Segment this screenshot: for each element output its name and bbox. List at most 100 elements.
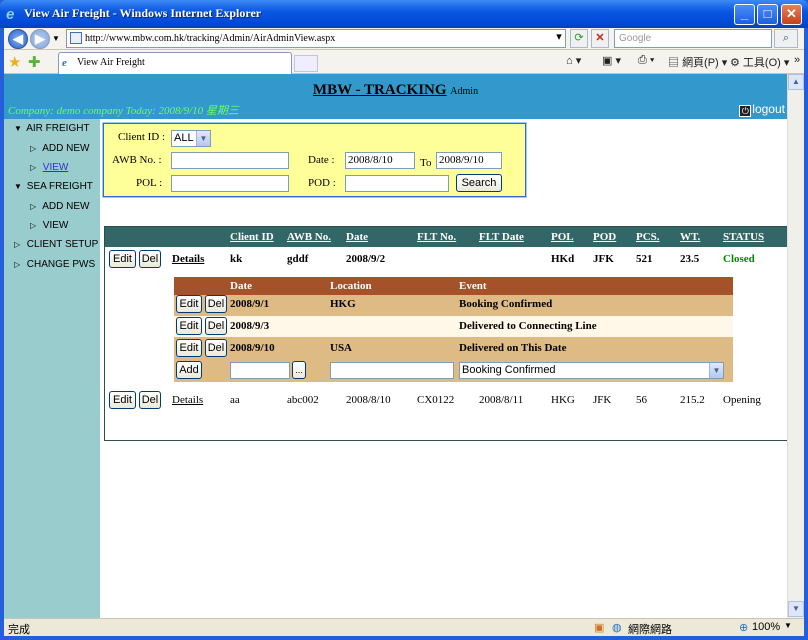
print-icon[interactable]: ⎙ ▾ [638, 54, 654, 67]
event-location-input[interactable] [330, 362, 454, 379]
page-menu[interactable]: ▤ 網頁(P) ▾ [668, 54, 727, 70]
edit-button[interactable]: Edit [176, 339, 202, 357]
search-icon[interactable]: ⌕ [774, 29, 798, 48]
vertical-scrollbar[interactable]: ▲ ▼ [787, 74, 804, 618]
logout-link[interactable]: ⏻ logout [739, 102, 785, 117]
ie-tab-icon: e [62, 57, 67, 69]
sidebar-label: ADD NEW [42, 143, 90, 154]
delete-button[interactable]: Del [139, 250, 161, 268]
history-dropdown-icon[interactable]: ▼ [52, 34, 60, 43]
cell-pod: JFK [593, 253, 614, 265]
tools-menu[interactable]: ⚙ 工具(O) ▾ [730, 54, 789, 70]
sidebar-item-air-view[interactable]: ▷ VIEW [30, 162, 68, 173]
date-picker-button[interactable]: ... [292, 361, 306, 379]
col-flt-date[interactable]: FLT Date [479, 231, 524, 243]
cell-date: 2008/8/10 [346, 394, 391, 406]
sidebar-item-change-pws[interactable]: ▷ CHANGE PWS [14, 259, 95, 270]
page-icon [70, 32, 82, 44]
event-date-input[interactable] [230, 362, 290, 379]
edit-button[interactable]: Edit [109, 250, 136, 268]
refresh-button[interactable]: ⟳ [570, 29, 588, 48]
address-toolbar: ◀ ▶ ▼ http://www.mbw.com.hk/tracking/Adm… [4, 28, 804, 50]
search-button[interactable]: Search [456, 174, 502, 192]
sidebar-item-air-freight[interactable]: ▼ AIR FREIGHT [14, 123, 90, 134]
col-awb[interactable]: AWB No. [287, 231, 331, 243]
event-type-select[interactable]: Booking Confirmed ▼ [459, 362, 724, 379]
window-titlebar: e View Air Freight - Windows Internet Ex… [0, 0, 808, 28]
status-zoom[interactable]: 100% [752, 621, 780, 633]
pod-input[interactable] [345, 175, 449, 192]
sidebar-item-air-add-new[interactable]: ▷ ADD NEW [30, 143, 89, 154]
client-id-label: Client ID : [118, 131, 166, 143]
delete-button[interactable]: Del [139, 391, 161, 409]
sidebar-item-sea-view[interactable]: ▷ VIEW [30, 220, 68, 231]
pol-label: POL : [136, 177, 163, 189]
chevron-down-icon: ▼ [196, 131, 210, 146]
address-text: http://www.mbw.com.hk/tracking/Admin/Air… [85, 33, 336, 44]
company-line: Company: demo company Today: 2008/9/10 星… [8, 105, 239, 117]
zoom-dropdown-icon[interactable]: ▼ [784, 621, 792, 630]
expanded-arrow-icon: ▼ [14, 182, 22, 191]
col-client-id[interactable]: Client ID [230, 231, 274, 243]
sidebar-item-sea-add-new[interactable]: ▷ ADD NEW [30, 201, 89, 212]
forward-button[interactable]: ▶ [30, 29, 50, 49]
tab-title: View Air Freight [77, 57, 145, 68]
client-id-select[interactable]: ALL ▼ [171, 130, 211, 147]
col-pod[interactable]: POD [593, 231, 616, 243]
search-input[interactable]: Google [614, 29, 772, 48]
close-window-button[interactable]: ✕ [781, 4, 802, 25]
favorites-star-icon[interactable]: ★ [8, 53, 21, 72]
more-chevron-icon[interactable]: » [794, 54, 800, 66]
events-subtable: Date Location Event Edit Del 2008/9/1 HK… [174, 277, 733, 382]
address-input[interactable]: http://www.mbw.com.hk/tracking/Admin/Air… [66, 29, 566, 48]
collapsed-arrow-icon: ▷ [14, 240, 21, 249]
add-favorites-icon[interactable]: ✚ [28, 53, 41, 72]
scroll-down-icon[interactable]: ▼ [788, 601, 804, 617]
col-pcs[interactable]: PCS. [636, 231, 660, 243]
address-dropdown-icon[interactable]: ▾ [550, 29, 568, 48]
chevron-down-icon: ▼ [709, 363, 723, 378]
table-header: Client ID AWB No. Date FLT No. FLT Date … [105, 227, 787, 247]
scroll-up-icon[interactable]: ▲ [788, 74, 804, 90]
tab-view-air-freight[interactable]: e View Air Freight [58, 52, 292, 74]
status-bar: 完成 ▣ ◍ 網際網路 ⊕ 100% ▼ [4, 618, 804, 636]
home-icon[interactable]: ⌂ ▾ [566, 54, 581, 67]
page-header: MBW - TRACKING Admin Company: demo compa… [4, 74, 787, 119]
delete-button[interactable]: Del [205, 295, 227, 313]
delete-button[interactable]: Del [205, 339, 227, 357]
pol-input[interactable] [171, 175, 289, 192]
status-badge: Closed [723, 253, 755, 265]
zoom-icon[interactable]: ⊕ [739, 621, 748, 634]
pod-label: POD : [308, 177, 336, 189]
maximize-button[interactable]: □ [757, 4, 778, 25]
col-status[interactable]: STATUS [723, 231, 764, 243]
cell-pol: HKd [551, 253, 575, 265]
date-from-input[interactable]: 2008/8/10 [345, 152, 415, 169]
sidebar-label: ADD NEW [42, 201, 90, 212]
feeds-icon[interactable]: ▣ ▾ [602, 54, 621, 67]
edit-button[interactable]: Edit [109, 391, 136, 409]
sidebar-item-client-setup[interactable]: ▷ CLIENT SETUP [14, 239, 98, 250]
page-brand: MBW - TRACKING Admin [4, 82, 787, 99]
date-to-input[interactable]: 2008/9/10 [436, 152, 502, 169]
add-event-button[interactable]: Add [176, 361, 202, 379]
new-tab-button[interactable] [294, 55, 318, 72]
col-pol[interactable]: POL [551, 231, 574, 243]
edit-button[interactable]: Edit [176, 295, 202, 313]
awb-input[interactable] [171, 152, 289, 169]
col-date[interactable]: Date [346, 231, 368, 243]
protected-mode-icon: ▣ [594, 622, 605, 634]
edit-button[interactable]: Edit [176, 317, 202, 335]
power-icon: ⏻ [739, 105, 752, 117]
details-link[interactable]: Details [172, 394, 203, 406]
back-button[interactable]: ◀ [8, 29, 28, 49]
col-flt-no[interactable]: FLT No. [417, 231, 456, 243]
cell-client-id: kk [230, 253, 243, 265]
sidebar-label: VIEW [42, 162, 69, 173]
details-link[interactable]: Details [172, 253, 204, 265]
delete-button[interactable]: Del [205, 317, 227, 335]
minimize-button[interactable]: _ [734, 4, 755, 25]
stop-button[interactable]: ✕ [591, 29, 609, 48]
sidebar-item-sea-freight[interactable]: ▼ SEA FREIGHT [14, 181, 93, 192]
col-wt[interactable]: WT. [680, 231, 700, 243]
